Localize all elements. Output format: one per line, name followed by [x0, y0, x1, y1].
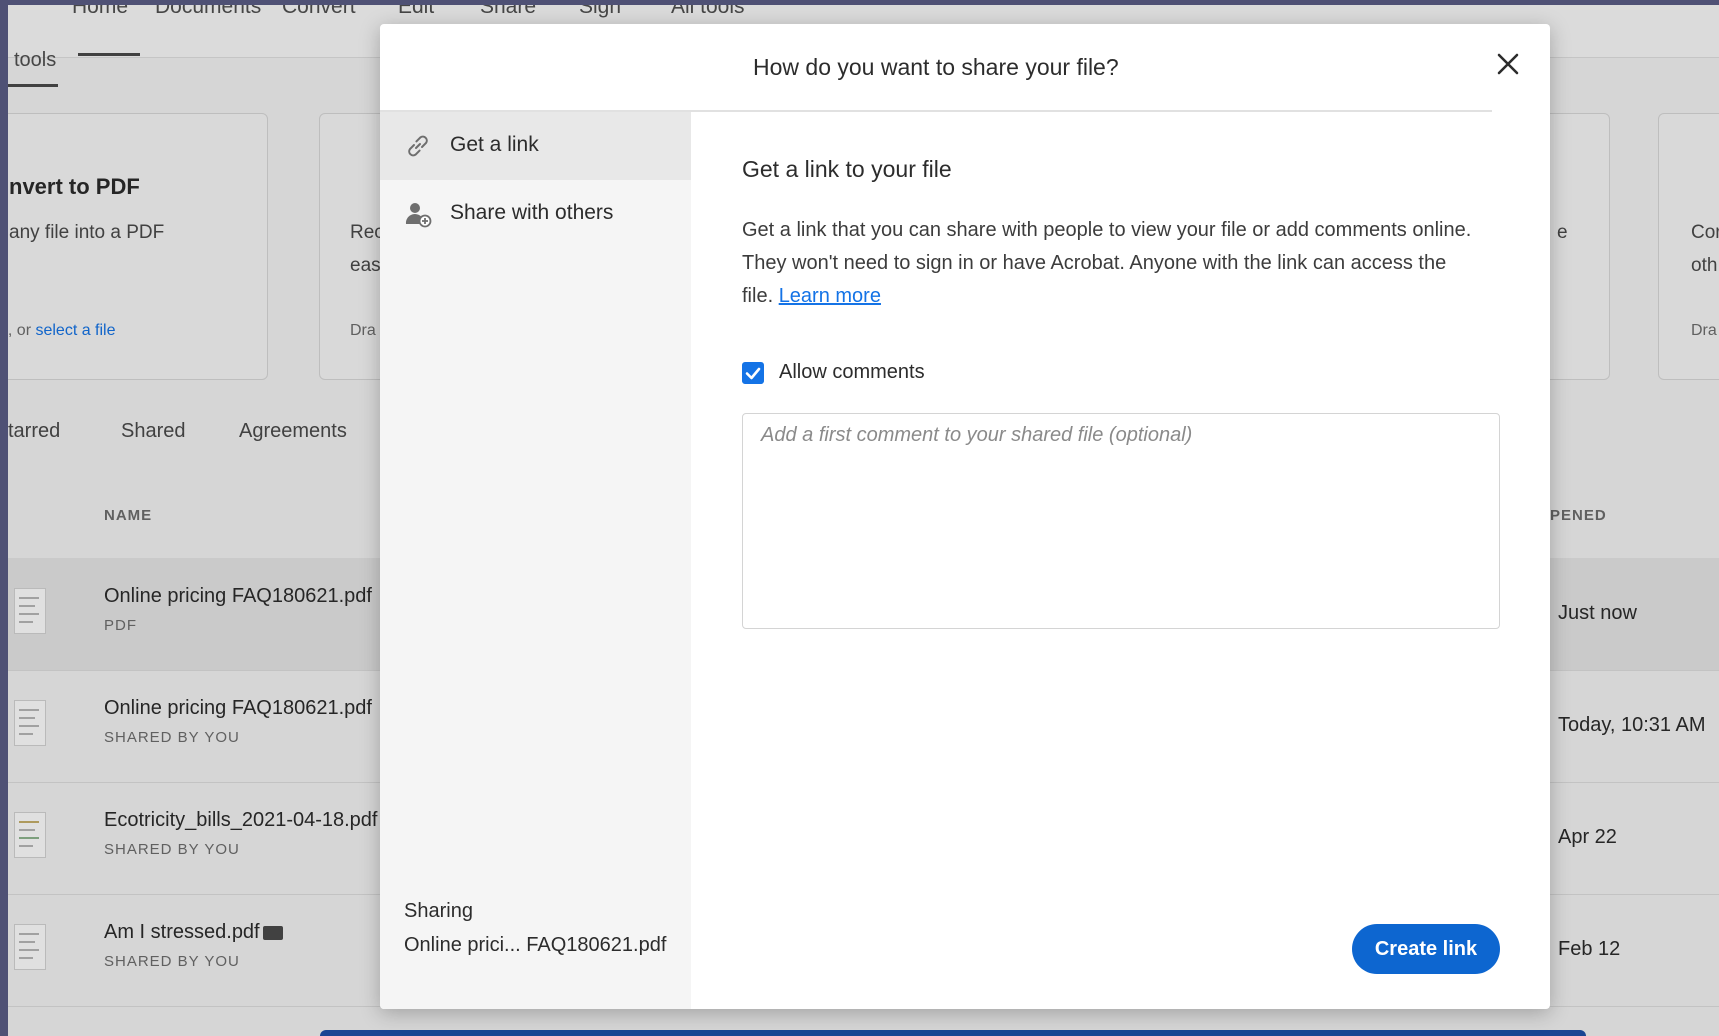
share-dialog: How do you want to share your file? Get …: [380, 24, 1550, 1009]
learn-more-link[interactable]: Learn more: [779, 285, 881, 307]
allow-comments-label: Allow comments: [779, 361, 925, 383]
close-icon[interactable]: [1490, 46, 1526, 82]
sidebar-item-label: Share with others: [450, 201, 614, 224]
create-link-button[interactable]: Create link: [1352, 924, 1500, 974]
sidebar-item-share-with-others[interactable]: Share with others: [380, 180, 691, 248]
link-icon: [404, 132, 432, 160]
dialog-title: How do you want to share your file?: [753, 54, 1119, 80]
sidebar-item-label: Get a link: [450, 133, 539, 156]
add-person-icon: [404, 200, 432, 228]
sidebar-item-get-link[interactable]: Get a link: [380, 112, 691, 180]
first-comment-input[interactable]: [742, 413, 1500, 629]
checkmark-icon: [745, 367, 761, 380]
allow-comments-checkbox[interactable]: [742, 362, 764, 384]
sharing-label: Sharing: [404, 900, 473, 922]
sharing-file-name: Online prici... FAQ180621.pdf: [404, 934, 667, 956]
share-options-sidebar: Get a link Share with others Sharing Onl…: [380, 112, 691, 1009]
content-description: Get a link that you can share with peopl…: [742, 219, 1472, 307]
content-title: Get a link to your file: [742, 156, 952, 182]
